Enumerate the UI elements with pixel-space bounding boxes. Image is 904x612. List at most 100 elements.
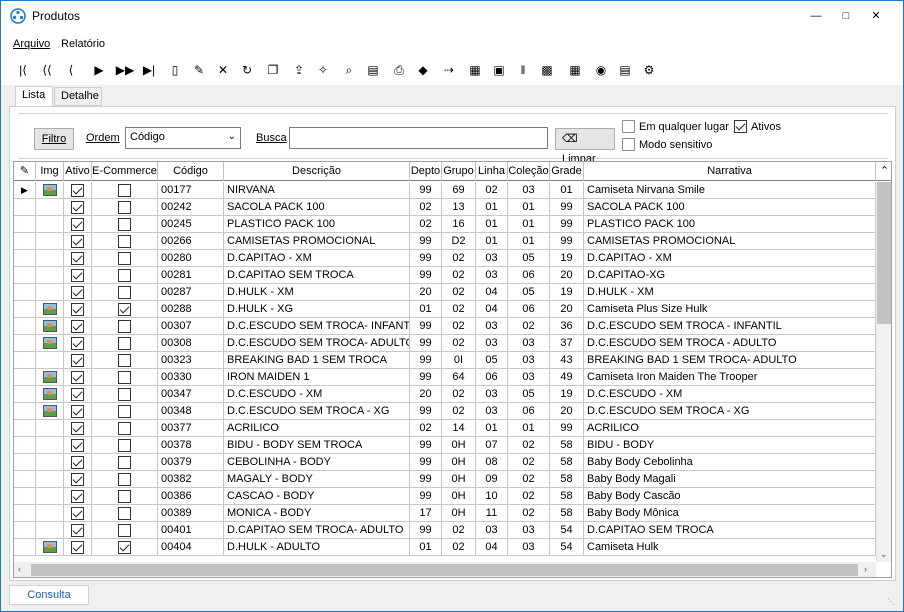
cell-codigo[interactable]: 00330	[158, 369, 224, 386]
cell-depto[interactable]: 99	[410, 318, 442, 335]
cell-colecao[interactable]: 03	[508, 522, 550, 539]
ativo-checkbox[interactable]	[71, 303, 84, 317]
cell-img[interactable]	[36, 420, 64, 437]
em-qualquer-lugar-checkbox[interactable]	[622, 120, 635, 133]
header-img[interactable]: Img	[36, 162, 64, 181]
ecommerce-checkbox[interactable]	[118, 184, 131, 198]
cell-colecao[interactable]: 01	[508, 216, 550, 233]
cell-ativo[interactable]	[64, 267, 92, 284]
cell-ecommerce[interactable]	[92, 420, 158, 437]
cell-narrativa[interactable]: D.C.ESCUDO - XM	[584, 386, 876, 403]
cell-grade[interactable]: 58	[550, 454, 584, 471]
scroll-left-icon[interactable]: ‹	[18, 564, 21, 574]
cell-grupo[interactable]: 13	[442, 199, 476, 216]
ecommerce-checkbox[interactable]	[118, 405, 131, 419]
next-page-icon[interactable]: ▶▶	[115, 60, 135, 80]
cell-codigo[interactable]: 00245	[158, 216, 224, 233]
cell-descricao[interactable]: MONICA - BODY	[224, 505, 410, 522]
cell-narrativa[interactable]: BREAKING BAD 1 SEM TROCA- ADULTO	[584, 352, 876, 369]
cell-narrativa[interactable]: Baby Body Magali	[584, 471, 876, 488]
cell-colecao[interactable]: 02	[508, 437, 550, 454]
prior-page-icon[interactable]: ⟨⟨	[37, 60, 57, 80]
cell-ativo[interactable]	[64, 335, 92, 352]
cell-ecommerce[interactable]	[92, 471, 158, 488]
cell-ativo[interactable]	[64, 216, 92, 233]
header-codigo[interactable]: Código	[158, 162, 224, 181]
table-row[interactable]: 00281 D.CAPITAO SEM TROCA 99 02 03 06 20 D.CAPI…	[14, 267, 876, 284]
cell-ecommerce[interactable]	[92, 437, 158, 454]
cell-ativo[interactable]	[64, 284, 92, 301]
cell-descricao[interactable]: D.C.ESCUDO SEM TROCA- ADULTO	[224, 335, 410, 352]
modo-sensitivo-option[interactable]: Modo sensitivo	[622, 138, 712, 151]
cell-grupo[interactable]: 02	[442, 301, 476, 318]
ativo-checkbox[interactable]	[71, 354, 84, 368]
cell-colecao[interactable]: 02	[508, 318, 550, 335]
resize-grip-icon[interactable]: ⋱	[887, 597, 897, 607]
cell-ativo[interactable]	[64, 454, 92, 471]
cell-descricao[interactable]: D.C.ESCUDO - XM	[224, 386, 410, 403]
cell-ecommerce[interactable]	[92, 454, 158, 471]
cell-ativo[interactable]	[64, 505, 92, 522]
cell-grupo[interactable]: 16	[442, 216, 476, 233]
table-row[interactable]: 00307 D.C.ESCUDO SEM TROCA- INFANTI 99 02 03…	[14, 318, 876, 335]
cell-grupo[interactable]: 0H	[442, 505, 476, 522]
ativo-checkbox[interactable]	[71, 422, 84, 436]
cell-grupo[interactable]: 02	[442, 386, 476, 403]
cell-descricao[interactable]: ACRILICO	[224, 420, 410, 437]
cell-descricao[interactable]: D.C.ESCUDO SEM TROCA - XG	[224, 403, 410, 420]
ecommerce-checkbox[interactable]	[118, 422, 131, 436]
cell-linha[interactable]: 06	[476, 369, 508, 386]
header-descricao[interactable]: Descrição	[224, 162, 410, 181]
cell-descricao[interactable]: D.HULK - XM	[224, 284, 410, 301]
cell-grupo[interactable]: 0I	[442, 352, 476, 369]
cell-ecommerce[interactable]	[92, 335, 158, 352]
column-chooser-icon[interactable]: ✎	[14, 162, 36, 181]
cell-ecommerce[interactable]	[92, 369, 158, 386]
cell-depto[interactable]: 99	[410, 352, 442, 369]
cell-img[interactable]	[36, 352, 64, 369]
cell-depto[interactable]: 02	[410, 216, 442, 233]
cell-ativo[interactable]	[64, 233, 92, 250]
ecommerce-checkbox[interactable]	[118, 541, 131, 555]
cell-descricao[interactable]: D.HULK - ADULTO	[224, 539, 410, 556]
cell-narrativa[interactable]: Baby Body Mônica	[584, 505, 876, 522]
print-icon[interactable]: ⎙	[389, 60, 409, 80]
cell-grupo[interactable]: 02	[442, 318, 476, 335]
scroll-up-icon[interactable]: ⌃	[876, 162, 891, 181]
cell-narrativa[interactable]: D.CAPITAO - XM	[584, 250, 876, 267]
vertical-scroll-thumb[interactable]	[877, 182, 891, 324]
cell-descricao[interactable]: IRON MAIDEN 1	[224, 369, 410, 386]
cell-linha[interactable]: 03	[476, 403, 508, 420]
table-row[interactable]: 00378 BIDU - BODY SEM TROCA 99 0H 07 02 58 BIDU…	[14, 437, 876, 454]
cell-linha[interactable]: 03	[476, 318, 508, 335]
cell-ecommerce[interactable]	[92, 403, 158, 420]
scroll-right-icon[interactable]: ›	[864, 564, 867, 574]
cell-narrativa[interactable]: D.HULK - XM	[584, 284, 876, 301]
cell-descricao[interactable]: BIDU - BODY SEM TROCA	[224, 437, 410, 454]
table-row[interactable]: 00287 D.HULK - XM 20 02 04 05 19 D.HULK - XM	[14, 284, 876, 301]
cell-descricao[interactable]: MAGALY - BODY	[224, 471, 410, 488]
ativo-checkbox[interactable]	[71, 286, 84, 300]
cell-narrativa[interactable]: Camiseta Nirvana Smile	[584, 182, 876, 199]
cell-grade[interactable]: 19	[550, 250, 584, 267]
cell-descricao[interactable]: CEBOLINHA - BODY	[224, 454, 410, 471]
cell-codigo[interactable]: 00377	[158, 420, 224, 437]
cell-grade[interactable]: 54	[550, 522, 584, 539]
cell-codigo[interactable]: 00323	[158, 352, 224, 369]
table-row[interactable]: 00382 MAGALY - BODY 99 0H 09 02 58 Baby Body Ma…	[14, 471, 876, 488]
table-row[interactable]: 00245 PLASTICO PACK 100 02 16 01 01 99 PLASTICO…	[14, 216, 876, 233]
ecommerce-checkbox[interactable]	[118, 235, 131, 249]
vertical-scrollbar[interactable]: ⌄	[876, 182, 891, 562]
table-row[interactable]: 00323 BREAKING BAD 1 SEM TROCA 99 0I 05 03 43 B…	[14, 352, 876, 369]
cell-ecommerce[interactable]	[92, 216, 158, 233]
ativos-checkbox[interactable]	[734, 120, 747, 133]
cell-colecao[interactable]: 06	[508, 301, 550, 318]
ecommerce-checkbox[interactable]	[118, 320, 131, 334]
cell-codigo[interactable]: 00389	[158, 505, 224, 522]
cell-grade[interactable]: 58	[550, 488, 584, 505]
cell-grade[interactable]: 01	[550, 182, 584, 199]
ecommerce-checkbox[interactable]	[118, 456, 131, 470]
cell-ativo[interactable]	[64, 437, 92, 454]
export-icon[interactable]: ⇪	[289, 60, 309, 80]
color-icon[interactable]: ◉	[591, 60, 611, 80]
